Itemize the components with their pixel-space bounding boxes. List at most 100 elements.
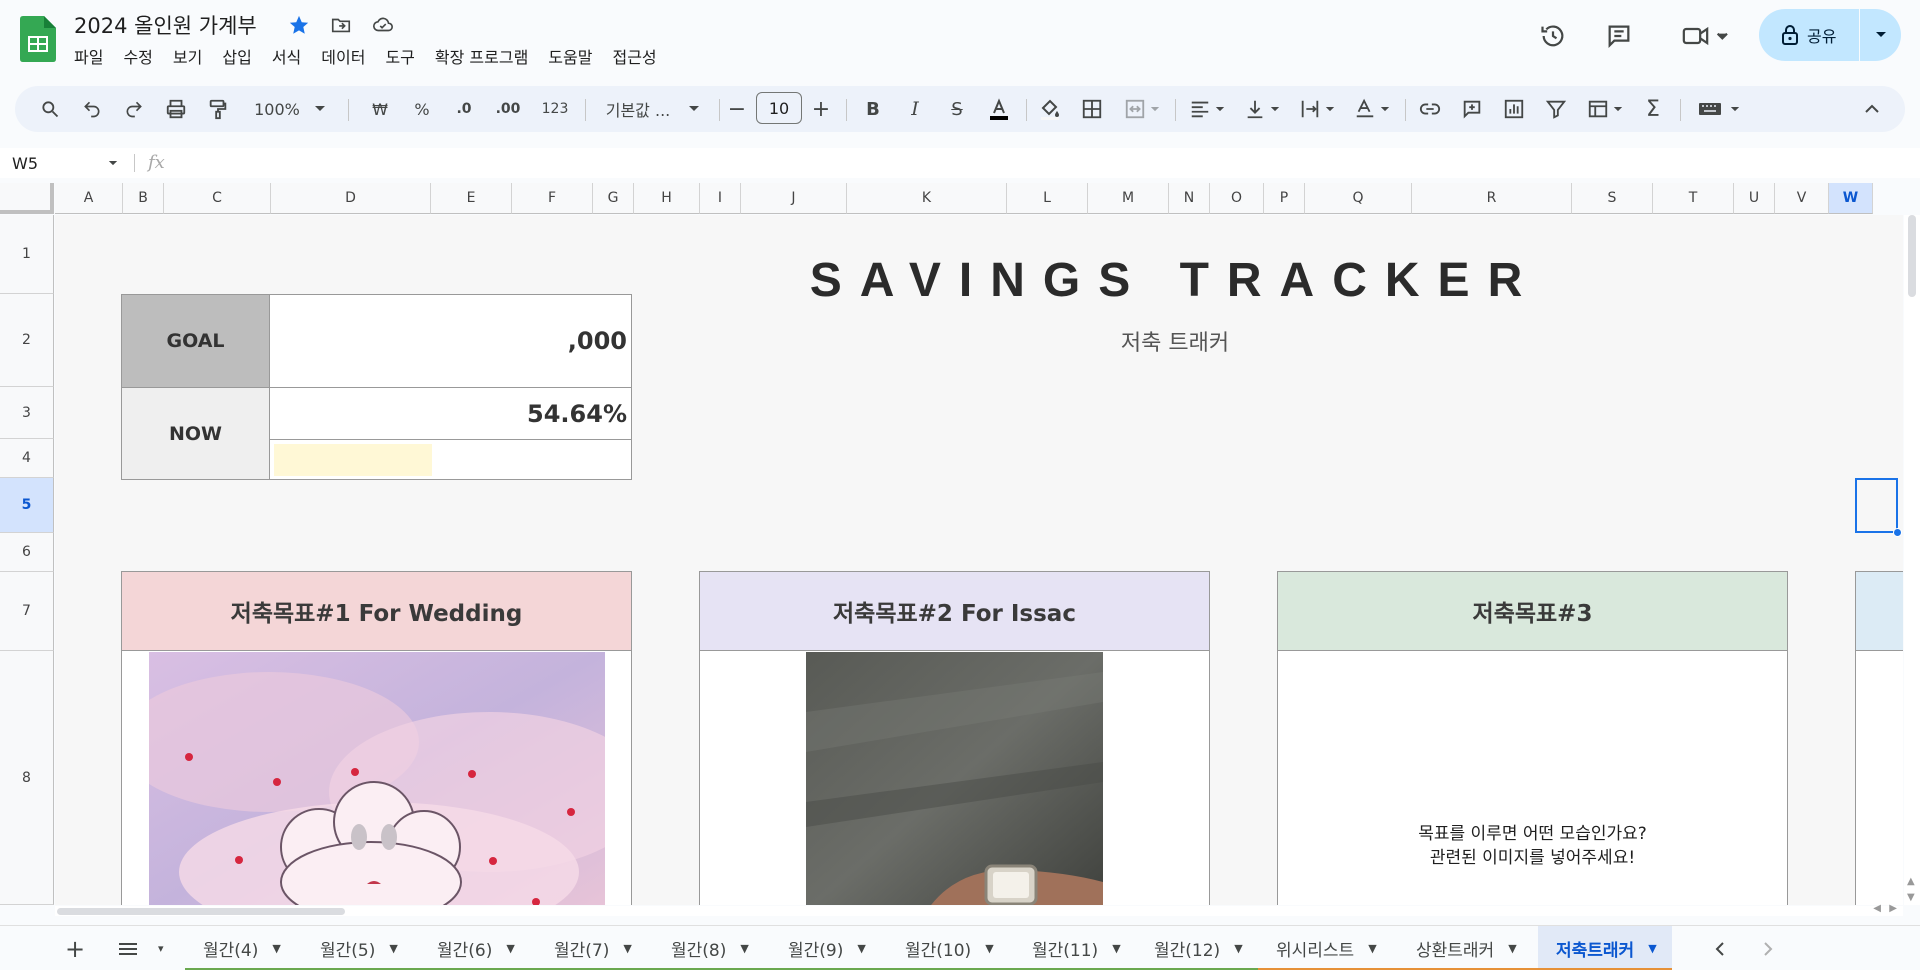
column-header-a[interactable]: A xyxy=(55,183,123,214)
column-header-h[interactable]: H xyxy=(634,183,700,214)
currency-format-button[interactable]: ₩ xyxy=(365,86,395,132)
goal-card-header[interactable]: 저축목표#3 xyxy=(1278,572,1787,651)
sheet-tab[interactable]: 위시리스트 ▼ xyxy=(1258,926,1398,970)
column-header-v[interactable]: V xyxy=(1775,183,1829,214)
row-header-5[interactable]: 5 xyxy=(0,478,54,533)
sheets-logo-icon[interactable] xyxy=(20,16,56,62)
all-sheets-icon[interactable] xyxy=(114,926,142,970)
insert-chart-icon[interactable] xyxy=(1499,86,1529,132)
row-header-2[interactable]: 2 xyxy=(0,294,54,387)
move-folder-icon[interactable] xyxy=(328,12,354,38)
column-header-u[interactable]: U xyxy=(1734,183,1775,214)
column-header-f[interactable]: F xyxy=(512,183,593,214)
redo-icon[interactable] xyxy=(119,86,149,132)
now-value[interactable]: 54.64% xyxy=(270,388,631,440)
font-size-input[interactable]: 10 xyxy=(756,92,802,124)
column-header-i[interactable]: I xyxy=(700,183,741,214)
scroll-right-icon[interactable]: ▶ xyxy=(1889,903,1897,914)
column-header-k[interactable]: K xyxy=(847,183,1007,214)
version-history-icon[interactable] xyxy=(1535,18,1571,54)
decrease-decimal-button[interactable]: .0 xyxy=(447,86,481,132)
menu-data[interactable]: 데이터 xyxy=(311,44,375,68)
goal-value[interactable]: ,000 xyxy=(270,295,631,388)
fill-color-icon[interactable] xyxy=(1035,86,1065,132)
horizontal-align-icon[interactable] xyxy=(1185,86,1229,132)
column-header-g[interactable]: G xyxy=(593,183,634,214)
share-dropdown-icon[interactable] xyxy=(1860,9,1901,61)
column-header-d[interactable]: D xyxy=(271,183,431,214)
column-header-m[interactable]: M xyxy=(1088,183,1169,214)
sheet-tab[interactable]: 월간(9) ▼ xyxy=(770,926,887,970)
borders-icon[interactable] xyxy=(1077,86,1107,132)
paint-format-icon[interactable] xyxy=(203,86,233,132)
scroll-up-icon[interactable]: ▲ xyxy=(1907,876,1915,887)
row-header-6[interactable]: 6 xyxy=(0,533,54,572)
sheet-tab[interactable]: 월간(5) ▼ xyxy=(302,926,419,970)
tab-menu-caret-icon[interactable]: ▼ xyxy=(1368,942,1376,955)
insert-link-icon[interactable] xyxy=(1415,86,1445,132)
menu-tools[interactable]: 도구 xyxy=(375,44,424,68)
column-header-w[interactable]: W xyxy=(1829,183,1873,214)
scroll-left-icon[interactable]: ◀ xyxy=(1873,903,1881,914)
cloud-saved-icon[interactable] xyxy=(370,12,396,38)
vertical-scroll-thumb[interactable] xyxy=(1908,215,1916,297)
increase-decimal-button[interactable]: .00 xyxy=(490,86,526,132)
column-header-t[interactable]: T xyxy=(1653,183,1734,214)
name-box[interactable]: W5 xyxy=(0,148,128,178)
column-header-b[interactable]: B xyxy=(123,183,164,214)
hidden-tab-caret-icon[interactable]: ▾ xyxy=(158,926,170,970)
print-icon[interactable] xyxy=(161,86,191,132)
merge-cells-icon[interactable] xyxy=(1119,86,1165,132)
wristwatch-image[interactable] xyxy=(806,652,1103,905)
column-header-s[interactable]: S xyxy=(1572,183,1653,214)
menu-edit[interactable]: 수정 xyxy=(113,44,162,68)
horizontal-scroll-thumb[interactable] xyxy=(57,908,345,915)
zoom-select[interactable]: 100% xyxy=(245,86,335,132)
menu-help[interactable]: 도움말 xyxy=(538,44,602,68)
tab-menu-caret-icon[interactable]: ▼ xyxy=(857,942,865,955)
menu-insert[interactable]: 삽입 xyxy=(212,44,261,68)
fill-handle[interactable] xyxy=(1893,528,1902,537)
formula-input[interactable] xyxy=(180,148,1900,178)
tab-menu-caret-icon[interactable]: ▼ xyxy=(389,942,397,955)
text-rotation-icon[interactable] xyxy=(1350,86,1394,132)
tab-menu-caret-icon[interactable]: ▼ xyxy=(506,942,514,955)
text-wrapping-icon[interactable] xyxy=(1295,86,1339,132)
star-icon[interactable] xyxy=(286,12,312,38)
add-sheet-icon[interactable]: + xyxy=(64,926,86,970)
meet-icon[interactable] xyxy=(1676,18,1736,54)
undo-icon[interactable] xyxy=(77,86,107,132)
cloud-hearts-image[interactable] xyxy=(149,652,605,905)
tab-menu-caret-icon[interactable]: ▼ xyxy=(623,942,631,955)
sheet-tab[interactable]: 월간(11) ▼ xyxy=(1014,926,1136,970)
menu-accessibility[interactable]: 접근성 xyxy=(602,44,666,68)
font-select[interactable]: 기본값 ... xyxy=(593,86,713,132)
search-icon[interactable] xyxy=(35,86,65,132)
menu-file[interactable]: 파일 xyxy=(64,44,113,68)
column-header-q[interactable]: Q xyxy=(1305,183,1412,214)
row-header-7[interactable]: 7 xyxy=(0,572,54,651)
sheet-tab[interactable]: 저축트래커 ▼ xyxy=(1538,926,1672,970)
bold-icon[interactable]: B xyxy=(858,86,888,132)
scroll-down-icon[interactable]: ▼ xyxy=(1907,892,1915,903)
column-header-o[interactable]: O xyxy=(1210,183,1264,214)
scroll-tabs-right-icon[interactable] xyxy=(1753,926,1783,970)
vertical-scrollbar[interactable]: ▲ ▼ xyxy=(1904,215,1920,905)
column-header-j[interactable]: J xyxy=(741,183,847,214)
scroll-tabs-left-icon[interactable] xyxy=(1705,926,1735,970)
tab-menu-caret-icon[interactable]: ▼ xyxy=(1508,942,1516,955)
menu-format[interactable]: 서식 xyxy=(262,44,311,68)
selected-cell-w5[interactable] xyxy=(1855,478,1898,533)
column-header-n[interactable]: N xyxy=(1169,183,1210,214)
sheet-tab[interactable]: 상환트래커 ▼ xyxy=(1398,926,1538,970)
row-header-3[interactable]: 3 xyxy=(0,387,54,439)
horizontal-scrollbar[interactable]: ◀ ▶ xyxy=(55,903,1903,916)
menu-view[interactable]: 보기 xyxy=(163,44,212,68)
tab-menu-caret-icon[interactable]: ▼ xyxy=(272,942,280,955)
sheet-grid[interactable]: GOAL ,000 NOW 54.64% SAVINGS TRACKER 저축 … xyxy=(55,215,1903,905)
tab-menu-caret-icon[interactable]: ▼ xyxy=(985,942,993,955)
sheet-tab[interactable]: 월간(7) ▼ xyxy=(536,926,653,970)
select-all-corner[interactable] xyxy=(0,183,54,214)
goal-card-header[interactable] xyxy=(1856,572,1903,651)
text-color-icon[interactable] xyxy=(984,86,1014,132)
